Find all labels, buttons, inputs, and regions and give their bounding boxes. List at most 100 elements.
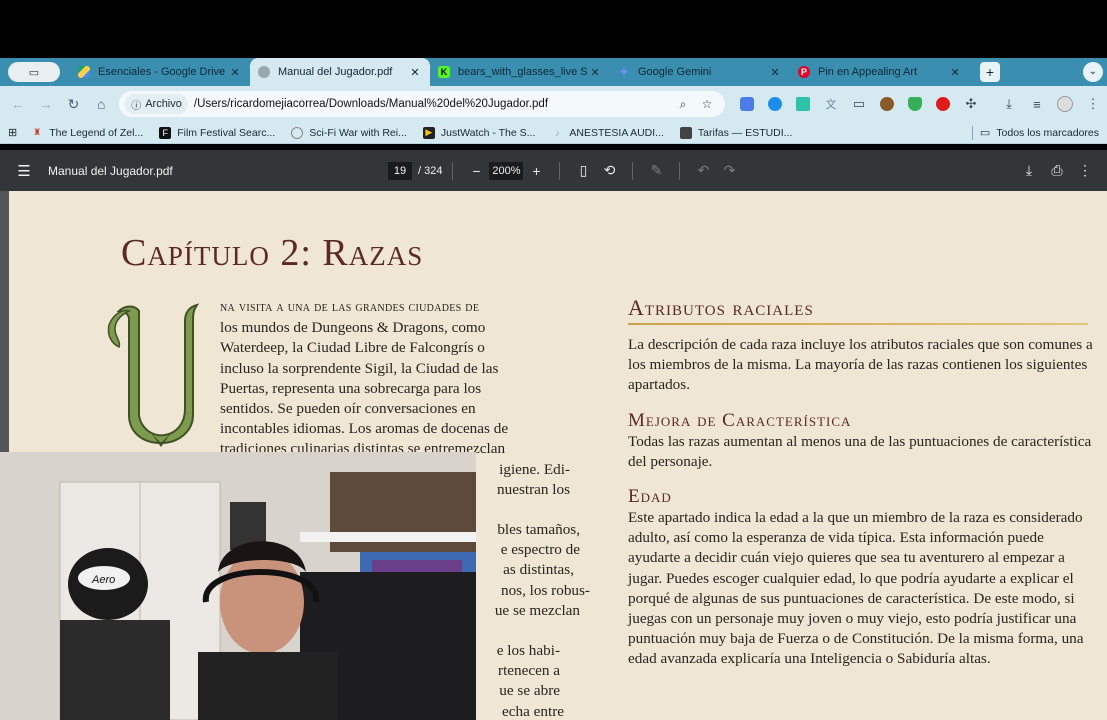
browser-toolbar: ← → ↻ ⌂ ⓘ Archivo /Users/ricardomejiacor…	[0, 86, 1107, 122]
rotate-icon: ⟲	[603, 162, 616, 178]
back-button[interactable]: ←	[4, 90, 32, 118]
cube-icon	[679, 126, 692, 139]
zoom-in-button[interactable]: +	[523, 163, 549, 179]
bookmark-label: Tarifas — ESTUDI...	[697, 126, 793, 139]
media-control-icon[interactable]: ≡	[1023, 90, 1051, 118]
pdf-viewport[interactable]: Capítulo 2: Razas na visita a una de las…	[0, 191, 1107, 720]
text-line: sentidos. Se pueden oír conversaciones e…	[220, 400, 476, 418]
puzzle-icon[interactable]: ✣	[957, 90, 985, 118]
heading-rule	[628, 323, 1088, 325]
text-line: Waterdeep, la Ciudad Libre de Falcongrís…	[220, 339, 485, 357]
all-bookmarks-label: Todos los marcadores	[996, 126, 1099, 139]
tab-google-drive[interactable]: Esenciales - Google Drive ✕	[70, 58, 250, 86]
cap-logo-text: Aero	[91, 574, 115, 586]
google-drive-icon	[78, 66, 90, 78]
address-bar[interactable]: ⓘ Archivo /Users/ricardomejiacorrea/Down…	[119, 91, 725, 117]
rotate-button[interactable]: ⟲	[596, 162, 622, 179]
tab-title: Manual del Jugador.pdf	[278, 66, 393, 78]
undo-button[interactable]: ↶	[690, 162, 716, 179]
cookie-extension-icon[interactable]	[873, 90, 901, 118]
shield-extension-icon[interactable]	[901, 90, 929, 118]
download-icon[interactable]: ⤓	[995, 90, 1023, 118]
tab-manual-pdf[interactable]: Manual del Jugador.pdf ✕	[250, 58, 430, 86]
globe-icon	[258, 66, 270, 78]
url-text[interactable]: /Users/ricardomejiacorrea/Downloads/Manu…	[194, 98, 671, 110]
tab-search-button[interactable]: ▭	[8, 62, 60, 82]
paragraph-mejora: Todas las razas aumentan al menos una de…	[628, 432, 1092, 470]
tab-kick-stream[interactable]: K bears_with_glasses_live Stre ✕	[430, 58, 610, 86]
film-icon: F	[159, 126, 172, 139]
print-button[interactable]: ⎙	[1043, 162, 1071, 179]
download-icon: ⤓	[1025, 162, 1033, 178]
close-icon[interactable]: ✕	[768, 66, 782, 79]
bookmark-item[interactable]: F Film Festival Searc...	[159, 126, 275, 139]
shazam-extension-icon[interactable]	[761, 90, 789, 118]
pdf-title: Manual del Jugador.pdf	[48, 163, 173, 178]
new-tab-button[interactable]: +	[980, 62, 1000, 82]
close-icon[interactable]: ✕	[948, 66, 962, 79]
divider	[679, 161, 681, 180]
menu-kebab-icon: ⋮	[1078, 162, 1092, 178]
webcam-feed-image: Aero	[0, 452, 476, 720]
bookmark-item[interactable]: Sci-Fi War with Rei...	[291, 126, 407, 139]
monitor-extension-icon[interactable]: ▭	[845, 90, 873, 118]
zelda-icon: ♜	[33, 127, 42, 137]
gemini-icon: ✦	[618, 65, 630, 79]
more-options-button[interactable]: ⋮	[1071, 162, 1099, 179]
menu-kebab-icon[interactable]: ⋮	[1079, 90, 1107, 118]
fit-page-button[interactable]: ▯	[570, 162, 596, 179]
site-info-chip[interactable]: ⓘ Archivo	[125, 94, 188, 114]
close-icon[interactable]: ✕	[228, 66, 242, 79]
page-total: / 324	[418, 164, 443, 177]
bookmark-item[interactable]: Tarifas — ESTUDI...	[679, 126, 793, 139]
bookmark-item[interactable]: ♜ The Legend of Zel...	[31, 127, 143, 139]
kick-icon: K	[438, 66, 450, 78]
home-icon: ⌂	[97, 96, 106, 112]
tab-list-button[interactable]: ⌄	[1083, 62, 1103, 82]
paragraph-edad: Este apartado indica la edad a la que un…	[628, 509, 1084, 668]
tab-pinterest[interactable]: P Pin en Appealing Art ✕	[790, 58, 970, 86]
heading-edad: Edad	[628, 486, 672, 508]
adblock-extension-icon[interactable]	[929, 90, 957, 118]
download-button[interactable]: ⤓	[1015, 162, 1043, 179]
reload-icon: ↻	[67, 95, 80, 112]
divider	[632, 161, 634, 180]
forward-button[interactable]: →	[32, 90, 60, 118]
info-icon: ⓘ	[131, 100, 142, 112]
text-line: incontables idiomas. Los aromas de docen…	[220, 420, 509, 438]
minus-icon: −	[472, 162, 481, 179]
zoom-icon[interactable]: ⌕	[671, 97, 695, 112]
zoom-out-button[interactable]: −	[463, 163, 489, 179]
music-icon: ♪	[555, 127, 560, 138]
paragraph-atributos: La descripción de cada raza incluye los …	[628, 336, 1093, 394]
teal-extension-icon[interactable]	[789, 90, 817, 118]
close-icon[interactable]: ✕	[408, 66, 422, 79]
translate-extension-icon[interactable]	[733, 90, 761, 118]
redo-button[interactable]: ↷	[716, 162, 742, 179]
apps-button[interactable]: ⊞	[8, 126, 17, 139]
apps-grid-icon: ⊞	[8, 127, 18, 139]
bookmarks-bar: ⊞ ♜ The Legend of Zel... F Film Festival S…	[0, 122, 1107, 144]
text-line: incluso la sorprendente Sigil, la Ciudad…	[220, 359, 499, 377]
tab-google-gemini[interactable]: ✦ Google Gemini ✕	[610, 58, 790, 86]
bookmark-item[interactable]: ♪ ANESTESIA AUDI...	[551, 127, 664, 139]
tab-title: Esenciales - Google Drive	[98, 66, 226, 78]
text-line: Puertas, representa una sobrecarga para …	[220, 379, 482, 397]
folder-icon: ▭	[979, 127, 991, 139]
reload-button[interactable]: ↻	[60, 90, 88, 118]
page-number-input[interactable]: 19	[388, 161, 412, 180]
bookmark-item[interactable]: ▶ JustWatch - The S...	[422, 126, 535, 139]
printer-icon: ⎙	[1051, 162, 1063, 178]
bookmark-label: Sci-Fi War with Rei...	[309, 126, 407, 139]
star-icon[interactable]: ☆	[695, 97, 719, 111]
zoom-input[interactable]: 200%	[489, 161, 524, 180]
annotate-button[interactable]: ✎	[643, 162, 669, 179]
language-extension-icon[interactable]: 文	[817, 90, 845, 118]
home-button[interactable]: ⌂	[87, 90, 115, 118]
close-icon[interactable]: ✕	[588, 66, 602, 79]
heading-mejora: Mejora de Característica	[628, 409, 852, 431]
all-bookmarks-button[interactable]: ▭ Todos los marcadores	[979, 126, 1099, 140]
avatar[interactable]	[1051, 90, 1079, 118]
menu-icon[interactable]: ☰	[0, 162, 48, 180]
chapter-title: Capítulo 2: Razas	[121, 232, 424, 274]
